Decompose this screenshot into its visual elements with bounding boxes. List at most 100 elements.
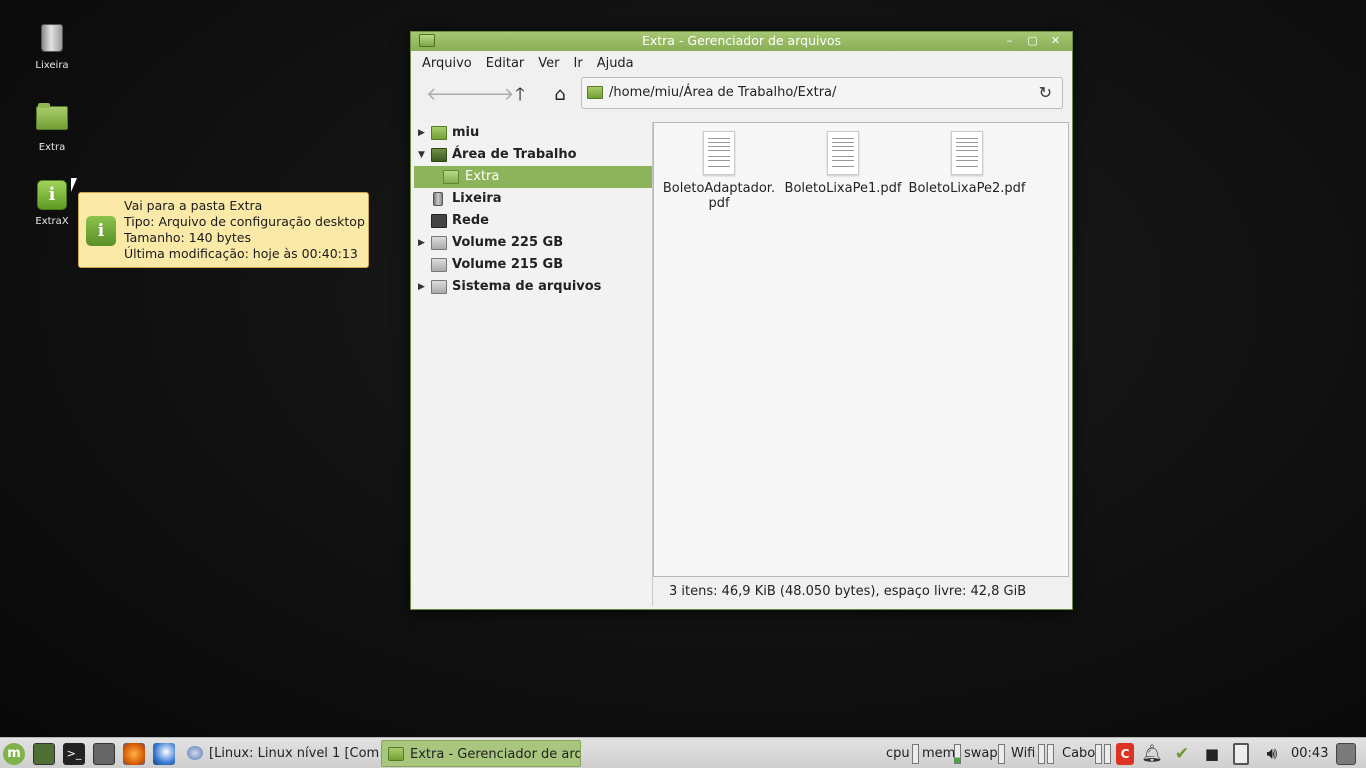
close-button[interactable]: ✕ [1047,33,1064,49]
forward-button[interactable]: 🡒 [466,82,514,108]
address-path: /home/miu/Área de Trabalho/Extra/ [609,85,837,100]
menu-icon[interactable]: m [3,743,25,765]
task-linux[interactable]: [Linux: Linux nível 1 [Com... [181,740,380,767]
sidebar-item-miu[interactable]: ▶ miu [414,122,652,144]
sidebar-item-label: Sistema de arquivos [452,279,602,294]
expander-icon[interactable]: ▶ [418,122,425,144]
update-shield-icon[interactable]: ✔ [1171,743,1193,765]
firefox-icon[interactable] [123,743,145,765]
pdf-file-icon [703,131,735,175]
sidebar-item-label: miu [452,125,480,140]
sidebar-item-extra[interactable]: Extra [414,166,652,188]
mem-meter[interactable] [954,744,961,764]
sidebar-item-sistema-de-arquivos[interactable]: ▶ Sistema de arquivos [414,276,652,298]
pdf-file-icon [951,131,983,175]
menu-editar[interactable]: Editar [481,56,530,71]
file-manager-icon[interactable] [93,743,115,765]
pdf-file-icon [827,131,859,175]
swap-meter[interactable] [998,744,1005,764]
address-bar[interactable]: /home/miu/Área de Trabalho/Extra/ ↻ [581,77,1063,109]
back-button[interactable]: 🡐 [426,82,474,108]
drive-icon [431,280,447,294]
file-item[interactable]: BoletoLixaPe1.pdf [781,131,905,196]
sidebar-item-volume-225[interactable]: ▶ Volume 225 GB [414,232,652,254]
cabo-label: Cabo [1062,746,1096,761]
sidebar-item-label: Extra [465,169,500,184]
swap-label: swap [964,746,998,761]
menu-ir[interactable]: Ir [569,56,588,71]
reload-icon[interactable]: ↻ [1039,83,1052,102]
network-icon[interactable]: ■ [1201,743,1223,765]
menu-ver[interactable]: Ver [533,56,564,71]
sidebar-item-label: Volume 225 GB [452,235,564,250]
battery-icon[interactable] [1233,743,1249,765]
expander-icon[interactable]: ▶ [418,276,425,298]
antivirus-icon[interactable]: C [1116,743,1134,765]
desktop-icon-extra[interactable]: Extra [17,102,87,153]
thunderbird-icon[interactable] [153,743,175,765]
home-folder-icon [431,126,447,140]
file-item[interactable]: BoletoAdaptador. pdf [657,131,781,211]
wifi-meter[interactable] [1047,744,1054,764]
trash-icon [36,24,68,56]
toolbar: 🡐 🡒 🡑 ⌂ /home/miu/Área de Trabalho/Extra… [411,75,1072,113]
file-item[interactable]: BoletoLixaPe2.pdf [905,131,1029,196]
tooltip-line: Tipo: Arquivo de configuração desktop [124,214,365,229]
window-titlebar[interactable]: Extra - Gerenciador de arquivos – ▢ ✕ [411,32,1072,51]
cabo-meter[interactable] [1095,744,1102,764]
wifi-meter[interactable] [1038,744,1045,764]
taskbar: m >_ [Linux: Linux nível 1 [Com... Extra… [0,737,1366,768]
file-view[interactable]: BoletoAdaptador. pdf BoletoLixaPe1.pdf B… [653,122,1069,577]
file-name: BoletoAdaptador. [662,181,776,196]
wifi-label: Wifi [1011,746,1036,761]
tooltip-line: Vai para a pasta Extra [124,198,263,213]
desktop-icon-label: ExtraX [35,216,69,227]
menu-ajuda[interactable]: Ajuda [592,56,639,71]
terminal-icon[interactable]: >_ [63,743,85,765]
workspace-icon[interactable] [1336,743,1356,765]
desktop-icon-label: Extra [38,142,66,153]
info-icon: i [36,180,68,212]
sidebar-item-lixeira[interactable]: Lixeira [414,188,652,210]
sidebar-item-rede[interactable]: Rede [414,210,652,232]
sidebar-item-label: Volume 215 GB [452,257,564,272]
expander-icon[interactable]: ▼ [418,144,425,166]
desktop-folder-icon [431,148,447,162]
task-file-manager[interactable]: Extra - Gerenciador de arq... [381,740,581,767]
minimize-button[interactable]: – [1001,33,1018,49]
show-desktop-icon[interactable] [33,743,55,765]
network-icon [431,214,447,228]
folder-icon [443,170,459,184]
sidebar-item-label: Área de Trabalho [452,147,577,162]
mouse-cursor [71,178,83,192]
task-label: Extra - Gerenciador de arq... [410,747,581,762]
status-bar: 3 itens: 46,9 KiB (48.050 bytes), espaço… [669,584,1027,599]
sidebar-item-volume-215[interactable]: Volume 215 GB [414,254,652,276]
cabo-meter[interactable] [1104,744,1111,764]
menu-arquivo[interactable]: Arquivo [417,56,477,71]
cpu-label: cpu [886,746,910,761]
trash-icon [433,192,443,206]
drive-icon [431,258,447,272]
folder-icon [388,747,404,761]
sidebar: ▶ miu ▼ Área de Trabalho Extra Lixeira R… [414,122,653,606]
maximize-button[interactable]: ▢ [1024,33,1041,49]
drive-icon [431,236,447,250]
cpu-meter[interactable] [912,744,919,764]
sidebar-item-label: Rede [452,213,489,228]
volume-icon[interactable]: 🔊︎ [1261,743,1283,765]
tooltip: i Vai para a pasta Extra Tipo: Arquivo d… [78,192,369,268]
home-button[interactable]: ⌂ [546,82,574,108]
desktop: Lixeira Extra i ExtraX i Vai para a past… [0,0,1366,737]
browser-icon [187,746,203,760]
clock[interactable]: 00:43 [1291,738,1328,768]
notification-bell-icon[interactable]: 🔔︎ [1141,743,1163,765]
file-name: BoletoLixaPe1.pdf [784,181,902,196]
up-button[interactable]: 🡑 [506,82,534,108]
expander-icon[interactable]: ▶ [418,232,425,254]
mem-label: mem [922,746,956,761]
desktop-icon-trash[interactable]: Lixeira [17,22,87,71]
sidebar-item-area-de-trabalho[interactable]: ▼ Área de Trabalho [414,144,652,166]
tooltip-line: Tamanho: 140 bytes [124,230,252,245]
panes: ▶ miu ▼ Área de Trabalho Extra Lixeira R… [414,122,1069,606]
